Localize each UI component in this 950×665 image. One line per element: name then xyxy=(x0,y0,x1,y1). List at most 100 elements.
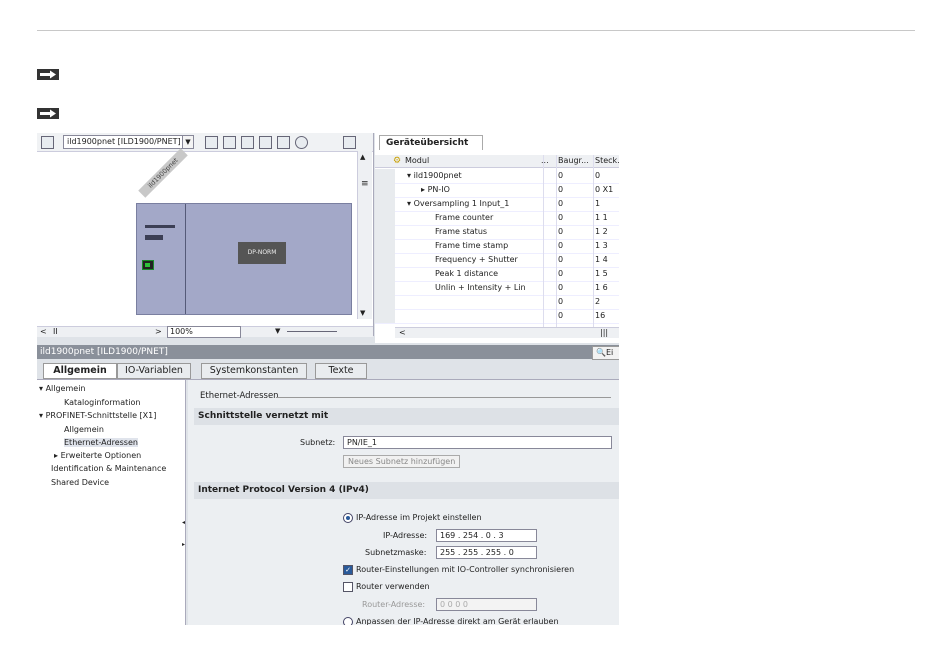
scroll-left-icon[interactable]: < xyxy=(399,328,406,337)
properties-nav: ▾ Allgemein Kataloginformation ▾ PROFINE… xyxy=(37,380,186,625)
expand-handle[interactable]: ▸ xyxy=(182,541,185,548)
table-row[interactable]: Peak 1 distance 0 1 5 xyxy=(375,267,619,282)
table-row[interactable]: Frame status 0 1 2 xyxy=(375,225,619,240)
device-rotated-label: ild1900pnet xyxy=(138,148,188,198)
chevron-down-icon[interactable]: ▼ xyxy=(275,327,280,335)
table-cell: 1 4 xyxy=(595,255,608,264)
vertical-scrollbar[interactable]: ▲ ≡ ▼ xyxy=(357,151,372,319)
tab-allgemein[interactable]: Allgemein xyxy=(43,363,117,379)
router-address-field[interactable]: 0 0 0 0 xyxy=(436,598,537,611)
tia-portal-screenshot: ild1900pnet [ILD1900/PNET] ▼ ild1900pnet… xyxy=(37,133,619,625)
table-cell: 0 xyxy=(595,171,601,180)
properties-content: Ethernet-Adressen Schnittstelle vernetzt… xyxy=(188,380,619,625)
page-icon[interactable] xyxy=(343,136,356,149)
table-cell: Frame status xyxy=(435,227,488,236)
radio-ip-device[interactable] xyxy=(343,617,353,625)
slot-bar xyxy=(145,235,163,240)
pencil-icon[interactable] xyxy=(241,136,254,149)
ip-address-field[interactable]: 169 . 254 . 0 . 3 xyxy=(436,529,537,542)
scroll-left-icon[interactable]: < xyxy=(40,327,47,336)
column-header[interactable]: Modul xyxy=(405,156,429,165)
nav-label: Allgemein xyxy=(45,384,86,393)
table-cell: 1 2 xyxy=(595,227,608,236)
collapse-handle[interactable]: ◂ xyxy=(182,519,185,526)
column-header[interactable]: Steck... xyxy=(595,156,619,165)
table-row[interactable]: 0 16 xyxy=(375,309,619,324)
table-cell: 0 xyxy=(558,269,564,278)
table-cell: 0 xyxy=(558,297,564,306)
subnet-field[interactable]: PN/IE_1 xyxy=(343,436,612,449)
table-cell: 1 1 xyxy=(595,213,608,222)
horizontal-scrollbar[interactable]: < II > 100% ▼ xyxy=(37,326,373,338)
device-rack[interactable]: DP-NORM xyxy=(136,203,352,315)
module-label[interactable]: DP-NORM xyxy=(238,242,286,264)
column-header[interactable]: Baugr... xyxy=(558,156,589,165)
table-row[interactable]: Frequency + Shutter 0 1 4 xyxy=(375,253,619,268)
table-icon[interactable] xyxy=(223,136,236,149)
checkbox-use-router[interactable] xyxy=(343,582,353,592)
table-cell: 0 X1 xyxy=(595,185,614,194)
zoom-icon[interactable] xyxy=(295,136,308,149)
zoom-slider[interactable] xyxy=(287,331,337,332)
table-row[interactable]: ▾ Oversampling 1 Input_1 0 1 xyxy=(375,197,619,212)
radio-ip-project[interactable] xyxy=(343,513,353,523)
table-row[interactable]: ▸ PN-IO 0 0 X1 xyxy=(375,183,619,198)
search-icon: 🔍 xyxy=(596,348,606,357)
device-overview: Geräteübersicht ⚙ Modul ... Baugr... Ste… xyxy=(375,133,619,343)
horizontal-scrollbar[interactable]: < ||| xyxy=(395,327,619,338)
table-cell: 1 5 xyxy=(595,269,608,278)
nav-item-allgemein-sub[interactable]: Allgemein xyxy=(64,425,104,434)
table-header: ⚙ Modul ... Baugr... Steck... xyxy=(375,155,619,168)
scroll-up-icon[interactable]: ▲ xyxy=(360,153,365,161)
checkbox-router-sync[interactable]: ✓ xyxy=(343,565,353,575)
zoom-field[interactable]: 100% xyxy=(167,326,241,338)
tab-texte[interactable]: Texte xyxy=(315,363,367,379)
add-subnet-button[interactable]: Neues Subnetz hinzufügen xyxy=(343,455,461,468)
table-cell: PN-IO xyxy=(427,185,450,194)
checkbox-use-router-label: Router verwenden xyxy=(356,582,430,591)
nav-label: PROFINET-Schnittstelle [X1] xyxy=(45,411,157,420)
layout-icon[interactable] xyxy=(259,136,272,149)
section-title: Schnittstelle vernetzt mit xyxy=(194,408,619,425)
network-icon[interactable] xyxy=(41,136,54,149)
table-row[interactable]: Frame time stamp 0 1 3 xyxy=(375,239,619,254)
chevron-down-icon[interactable]: ▼ xyxy=(182,135,194,149)
nav-item-allgemein[interactable]: ▾ Allgemein xyxy=(39,384,86,393)
nav-item-kataloginformation[interactable]: Kataloginformation xyxy=(64,398,140,407)
tab-io-variablen[interactable]: IO-Variablen xyxy=(117,363,191,379)
rack-divider xyxy=(185,204,186,314)
network-toolbar: ild1900pnet [ILD1900/PNET] ▼ xyxy=(37,133,373,152)
nav-item-identification[interactable]: Identification & Maintenance xyxy=(51,464,166,473)
table-row[interactable]: ▾ ild1900pnet 0 0 xyxy=(375,169,619,184)
port-icon[interactable] xyxy=(142,260,154,270)
subnet-label: Subnetz: xyxy=(300,438,336,447)
scroll-thumb[interactable]: ||| xyxy=(600,328,608,337)
nav-item-ethernet-adressen[interactable]: Ethernet-Adressen xyxy=(64,438,138,447)
menu-icon[interactable]: ≡ xyxy=(361,179,369,189)
nav-item-profinet[interactable]: ▾ PROFINET-Schnittstelle [X1] xyxy=(39,411,156,420)
table-cell: 1 3 xyxy=(595,241,608,250)
table-row[interactable]: Unlin + Intensity + Lin 0 1 6 xyxy=(375,281,619,296)
subnet-mask-field[interactable]: 255 . 255 . 255 . 0 xyxy=(436,546,537,559)
table-cell: 0 xyxy=(558,185,564,194)
table-cell: 0 xyxy=(558,199,564,208)
table-cell: 0 xyxy=(558,241,564,250)
tab-systemkonstanten[interactable]: Systemkonstanten xyxy=(201,363,307,379)
table-cell: 2 xyxy=(595,297,601,306)
table-cell: Frame counter xyxy=(435,213,494,222)
tab-device-overview[interactable]: Geräteübersicht xyxy=(379,135,483,150)
nav-label: Erweiterte Optionen xyxy=(60,451,142,460)
table-row[interactable]: 02 xyxy=(375,295,619,310)
nav-item-erweiterte-optionen[interactable]: ▸ Erweiterte Optionen xyxy=(54,451,141,460)
scroll-right-icon[interactable]: > xyxy=(155,327,162,336)
properties-button[interactable]: 🔍Ei xyxy=(592,346,619,360)
device-selector[interactable]: ild1900pnet [ILD1900/PNET] xyxy=(63,135,184,149)
nav-item-shared-device[interactable]: Shared Device xyxy=(51,478,109,487)
table-cell: Frame time stamp xyxy=(435,241,509,250)
table-row[interactable]: Frame counter 0 1 1 xyxy=(375,211,619,226)
layout-split-icon[interactable] xyxy=(277,136,290,149)
grid-icon[interactable] xyxy=(205,136,218,149)
ip-label: IP-Adresse: xyxy=(383,531,428,540)
scroll-down-icon[interactable]: ▼ xyxy=(360,309,365,317)
module-icon: ⚙ xyxy=(393,156,402,166)
